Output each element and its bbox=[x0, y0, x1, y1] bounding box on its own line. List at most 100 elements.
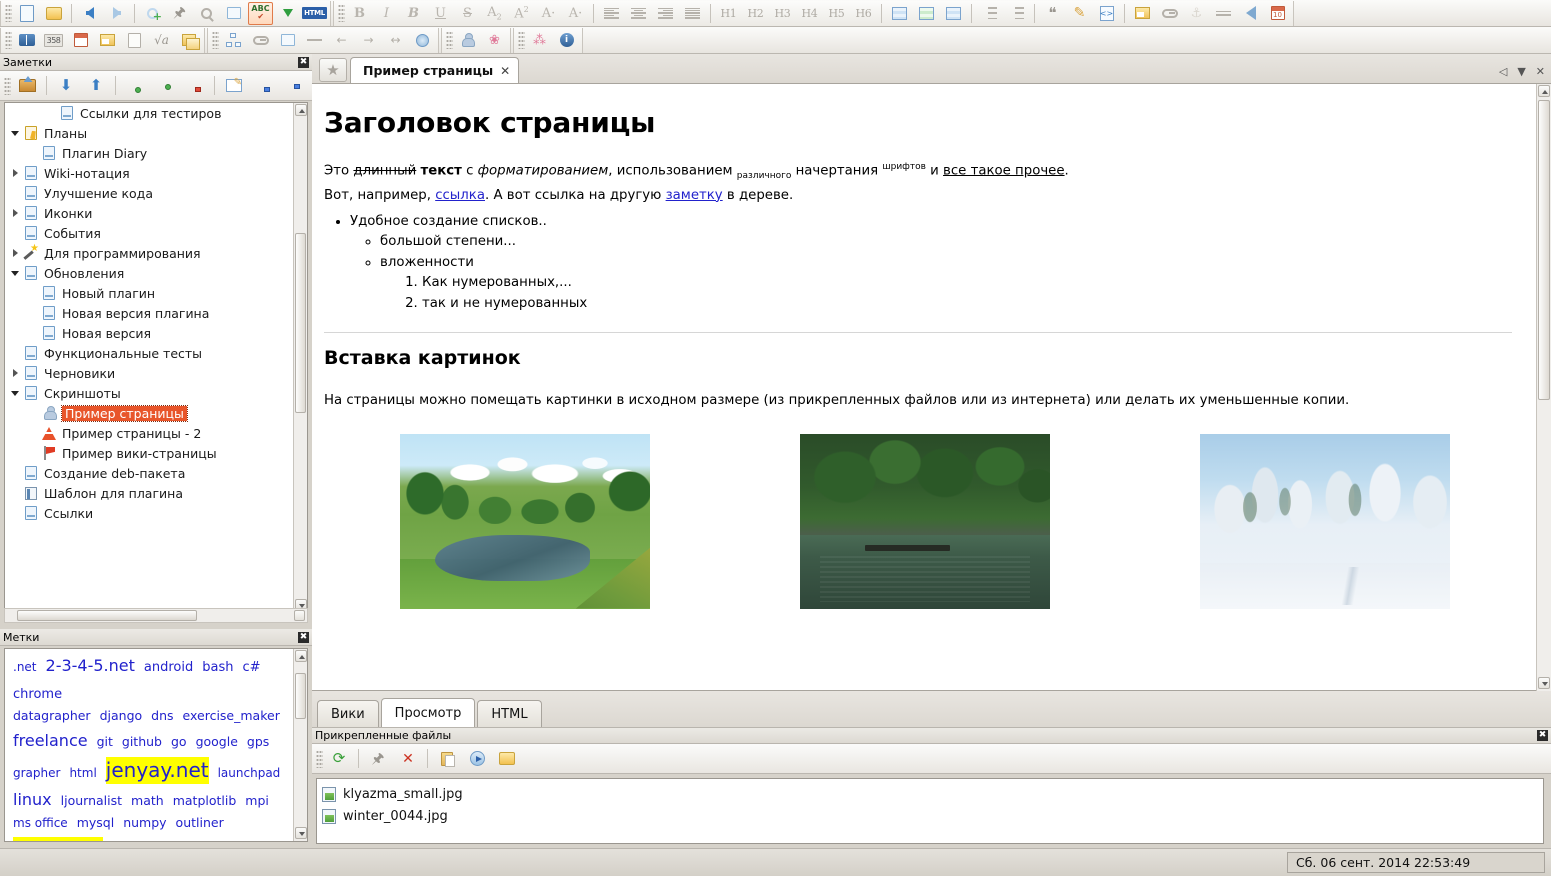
insert-image-icon[interactable] bbox=[1130, 2, 1155, 25]
underline-button[interactable]: U bbox=[428, 2, 453, 25]
page-tab[interactable]: Пример страницы ✕ bbox=[350, 57, 520, 83]
expander[interactable] bbox=[25, 285, 41, 301]
close-icon[interactable]: ✖ bbox=[298, 56, 309, 68]
expander[interactable] bbox=[25, 425, 41, 441]
tag[interactable]: matplotlib bbox=[173, 793, 237, 810]
org-chart-icon[interactable] bbox=[221, 29, 246, 52]
left-arrow-icon[interactable]: ← bbox=[329, 29, 354, 52]
toolbar-grip[interactable] bbox=[446, 31, 453, 49]
subscript-button[interactable]: A2 bbox=[482, 2, 507, 25]
add-node-icon[interactable] bbox=[250, 73, 278, 99]
home-icon[interactable] bbox=[13, 73, 41, 99]
scroll-up-arrow[interactable] bbox=[294, 650, 307, 662]
page-content[interactable]: Заголовок страницы Это длинный текст с ф… bbox=[312, 84, 1536, 690]
open-folder-icon[interactable] bbox=[493, 746, 521, 772]
tree-item[interactable]: Иконки bbox=[5, 203, 293, 223]
tree-item[interactable]: Черновики bbox=[5, 363, 293, 383]
toolbar-grip[interactable] bbox=[212, 31, 219, 49]
strikethrough-button[interactable]: S bbox=[455, 2, 480, 25]
inline-link[interactable]: ссылка bbox=[435, 188, 485, 203]
font-size-decrease-button[interactable]: A· bbox=[563, 2, 588, 25]
expander[interactable] bbox=[7, 485, 23, 501]
tag[interactable]: grapher bbox=[13, 765, 60, 781]
close-icon[interactable]: ✕ bbox=[1536, 65, 1545, 78]
bookmark-star-icon[interactable]: ★ bbox=[319, 58, 347, 82]
align-left-icon[interactable] bbox=[599, 2, 624, 25]
expander[interactable] bbox=[7, 185, 23, 201]
expand-arrow-icon[interactable] bbox=[7, 365, 23, 381]
anchor-icon[interactable]: ⚓ bbox=[1184, 2, 1209, 25]
scroll-thumb[interactable] bbox=[17, 610, 197, 621]
tree-vertical-scrollbar[interactable] bbox=[293, 103, 307, 613]
collapse-arrow-icon[interactable] bbox=[7, 265, 23, 281]
scroll-thumb[interactable] bbox=[295, 673, 306, 719]
font-size-increase-button[interactable]: A· bbox=[536, 2, 561, 25]
forest-lake-photo[interactable] bbox=[800, 433, 1050, 609]
tag[interactable]: html bbox=[69, 765, 96, 781]
summer-river-photo[interactable] bbox=[400, 433, 650, 609]
scroll-up-arrow[interactable] bbox=[1538, 85, 1550, 97]
quote-icon[interactable]: ❝ bbox=[1040, 2, 1065, 25]
table-icon[interactable] bbox=[887, 2, 912, 25]
spellcheck-icon[interactable]: ABC ✔ bbox=[248, 1, 273, 25]
tag[interactable]: linux bbox=[13, 789, 52, 811]
expander[interactable] bbox=[25, 445, 41, 461]
add-sibling-icon[interactable] bbox=[151, 73, 179, 99]
tags-cloud[interactable]: .net 2-3-4-5.net android bash c# chrome datagr… bbox=[4, 648, 308, 842]
tag[interactable]: mpi bbox=[245, 793, 269, 810]
move-up-icon[interactable]: ⬆ bbox=[82, 73, 110, 99]
tree-item[interactable]: Функциональные тесты bbox=[5, 343, 293, 363]
search-icon[interactable] bbox=[194, 2, 219, 25]
heading-5-button[interactable]: H5 bbox=[824, 2, 849, 25]
new-page-icon[interactable] bbox=[14, 2, 39, 25]
download-icon[interactable] bbox=[275, 2, 300, 25]
remove-page-icon[interactable] bbox=[181, 73, 209, 99]
tag[interactable]: git bbox=[97, 734, 113, 751]
scroll-thumb[interactable] bbox=[1538, 100, 1550, 400]
tag[interactable]: django bbox=[100, 708, 143, 725]
html-icon[interactable]: HTML bbox=[302, 2, 327, 25]
copy-icon[interactable] bbox=[221, 2, 246, 25]
back-arrow-icon[interactable] bbox=[77, 2, 102, 25]
execute-icon[interactable] bbox=[463, 746, 491, 772]
tag-icon[interactable] bbox=[248, 29, 273, 52]
italic-button[interactable]: I bbox=[374, 2, 399, 25]
tag[interactable]: math bbox=[131, 793, 164, 810]
date-icon[interactable]: 10 bbox=[1265, 2, 1290, 25]
tag[interactable]: c# bbox=[242, 659, 260, 677]
heading-4-button[interactable]: H4 bbox=[797, 2, 822, 25]
tag[interactable]: ljournalist bbox=[61, 793, 122, 810]
scroll-down-arrow[interactable] bbox=[1538, 677, 1550, 689]
edit-page-icon[interactable] bbox=[220, 73, 248, 99]
forward-arrow-icon[interactable] bbox=[104, 2, 129, 25]
table-cell-icon[interactable] bbox=[941, 2, 966, 25]
tree-item[interactable]: Скриншоты bbox=[5, 383, 293, 403]
expander[interactable] bbox=[7, 225, 23, 241]
superscript-button[interactable]: A2 bbox=[509, 2, 534, 25]
expander[interactable] bbox=[7, 505, 23, 521]
both-arrow-icon[interactable]: ↔ bbox=[383, 29, 408, 52]
refresh-icon[interactable]: ⟳ bbox=[325, 746, 353, 772]
expander[interactable] bbox=[25, 145, 41, 161]
person-icon[interactable] bbox=[455, 29, 480, 52]
align-justify-icon[interactable] bbox=[680, 2, 705, 25]
dash-icon[interactable] bbox=[302, 29, 327, 52]
tag[interactable]: numpy bbox=[123, 815, 166, 832]
winter-road-photo[interactable] bbox=[1200, 433, 1450, 609]
tree-item[interactable]: Пример страницы - 2 bbox=[5, 423, 293, 443]
tag[interactable]: freelance bbox=[13, 730, 88, 752]
scroll-thumb[interactable] bbox=[295, 233, 306, 413]
tag[interactable]: google bbox=[196, 734, 238, 751]
tree-item[interactable]: Плагин Diary bbox=[5, 143, 293, 163]
close-icon[interactable]: ✕ bbox=[500, 64, 510, 78]
expand-arrow-icon[interactable] bbox=[7, 205, 23, 221]
expander[interactable] bbox=[25, 325, 41, 341]
expander[interactable] bbox=[43, 105, 59, 121]
calendar-icon[interactable] bbox=[68, 29, 93, 52]
close-icon[interactable]: ✖ bbox=[1537, 730, 1548, 741]
numbered-list-icon[interactable] bbox=[977, 2, 1002, 25]
tree-item[interactable]: Ссылки для тестиров bbox=[5, 103, 293, 123]
tree-item[interactable]: Обновления bbox=[5, 263, 293, 283]
tag[interactable]: datagrapher bbox=[13, 708, 91, 725]
flower-icon[interactable]: ❀ bbox=[482, 29, 507, 52]
